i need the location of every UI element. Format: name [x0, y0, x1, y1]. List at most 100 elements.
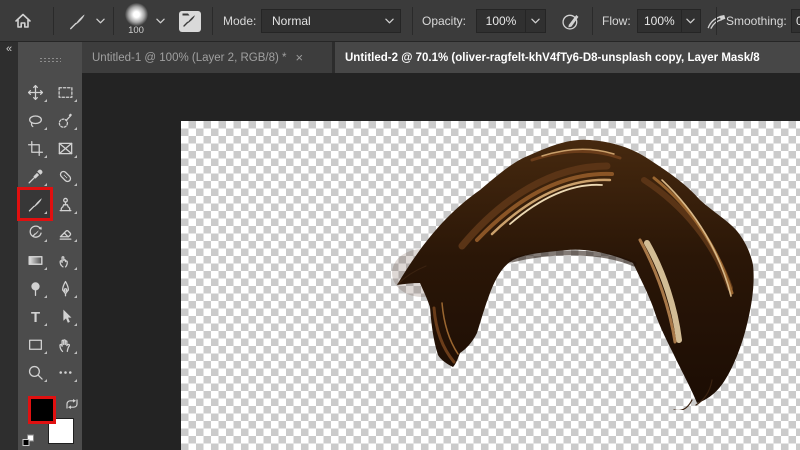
- separator: [412, 7, 413, 35]
- left-rail: [0, 42, 18, 450]
- options-bar: 100 Mode: Normal: [0, 0, 800, 42]
- mode-label: Mode:: [223, 14, 256, 28]
- default-colors-icon[interactable]: [22, 434, 35, 447]
- foreground-color-swatch[interactable]: [28, 396, 56, 424]
- home-icon: [13, 11, 33, 31]
- toolbar: T: [18, 42, 82, 450]
- swap-colors-icon[interactable]: [64, 397, 80, 411]
- flow-group: Flow:: [602, 0, 631, 42]
- pressure-opacity-icon: [560, 10, 582, 32]
- path-select-tool[interactable]: [50, 302, 80, 330]
- brush-tool[interactable]: [20, 190, 50, 218]
- opacity-group: Opacity:: [422, 0, 466, 42]
- healing-brush-icon: [57, 168, 74, 185]
- collapse-toolbar-button[interactable]: «: [6, 44, 12, 55]
- flow-value: 100%: [638, 14, 681, 28]
- brush-preset-chevron[interactable]: [153, 0, 167, 42]
- tab-untitled-2[interactable]: Untitled-2 @ 70.1% (oliver-ragfelt-khV4f…: [335, 42, 800, 73]
- canvas-area: [82, 73, 800, 450]
- brush-preset-picker[interactable]: 100: [122, 0, 150, 42]
- rectangle-icon: [27, 336, 44, 353]
- opacity-chevron[interactable]: [525, 10, 545, 32]
- dodge-tool[interactable]: [20, 274, 50, 302]
- separator: [716, 7, 717, 35]
- frame-icon: [57, 140, 74, 157]
- flow-field[interactable]: 100%: [637, 9, 701, 33]
- opacity-value: 100%: [477, 14, 525, 28]
- edit-toolbar-button[interactable]: [50, 358, 80, 386]
- crop-tool[interactable]: [20, 134, 50, 162]
- smudge-icon: [57, 252, 74, 269]
- svg-text:T: T: [30, 309, 39, 324]
- clone-stamp-icon: [57, 196, 74, 213]
- dodge-icon: [27, 280, 44, 297]
- frame-tool[interactable]: [50, 134, 80, 162]
- move-icon: [27, 84, 44, 101]
- zoom-icon: [27, 364, 44, 381]
- brush-preview: [125, 3, 148, 26]
- toolbar-grip[interactable]: [39, 57, 61, 63]
- opacity-pressure-button[interactable]: [557, 0, 585, 42]
- crop-icon: [27, 140, 44, 157]
- chevron-down-icon: [156, 18, 165, 24]
- clone-stamp-tool[interactable]: [50, 190, 80, 218]
- chevron-down-icon: [385, 18, 394, 24]
- brush-icon: [27, 196, 44, 213]
- pen-tool[interactable]: [50, 274, 80, 302]
- mode-dropdown[interactable]: Normal: [261, 9, 401, 33]
- toggle-brush-panel-icon: [179, 11, 201, 32]
- marquee-tool[interactable]: [50, 78, 80, 106]
- quick-select-tool[interactable]: [50, 106, 80, 134]
- flow-chevron[interactable]: [681, 10, 700, 32]
- separator: [592, 7, 593, 35]
- tab-untitled-1[interactable]: Untitled-1 @ 100% (Layer 2, RGB/8) * ×: [82, 42, 332, 73]
- smoothing-field[interactable]: 0%: [791, 9, 800, 33]
- hand-tool[interactable]: [50, 330, 80, 358]
- close-icon[interactable]: ×: [295, 51, 303, 64]
- history-brush-tool[interactable]: [20, 218, 50, 246]
- tab-title: Untitled-1 @ 100% (Layer 2, RGB/8) *: [92, 52, 286, 64]
- marquee-icon: [57, 84, 74, 101]
- chevron-down-icon: [686, 18, 695, 24]
- smoothing-value: 0%: [792, 14, 800, 28]
- healing-brush-tool[interactable]: [50, 162, 80, 190]
- mode-group: Mode:: [223, 0, 256, 42]
- zoom-tool[interactable]: [20, 358, 50, 386]
- toggle-brush-panel-button[interactable]: [179, 0, 201, 42]
- smudge-tool[interactable]: [50, 246, 80, 274]
- eyedropper-tool[interactable]: [20, 162, 50, 190]
- lasso-icon: [27, 112, 44, 129]
- hand-icon: [57, 336, 74, 353]
- flow-label: Flow:: [602, 14, 631, 28]
- path-select-icon: [57, 308, 74, 325]
- separator: [212, 7, 213, 35]
- type-icon: T: [27, 308, 44, 325]
- smoothing-label: Smoothing:: [726, 14, 787, 28]
- eraser-tool[interactable]: [50, 218, 80, 246]
- brush-tool-icon: [68, 12, 87, 31]
- type-tool[interactable]: T: [20, 302, 50, 330]
- separator: [53, 7, 54, 35]
- quick-select-icon: [57, 112, 74, 129]
- smoothing-group: Smoothing:: [726, 0, 787, 42]
- gradient-icon: [27, 252, 44, 269]
- color-swatches: [26, 396, 84, 450]
- tools-grid: T: [18, 78, 82, 386]
- mode-value: Normal: [272, 14, 311, 28]
- brush-size-value: 100: [128, 26, 144, 36]
- history-brush-icon: [27, 224, 44, 241]
- tool-preset-button[interactable]: [64, 0, 90, 42]
- hair-image: [392, 128, 764, 410]
- home-button[interactable]: [10, 0, 36, 42]
- gradient-tool[interactable]: [20, 246, 50, 274]
- tool-preset-chevron[interactable]: [93, 0, 107, 42]
- opacity-field[interactable]: 100%: [476, 9, 546, 33]
- lasso-tool[interactable]: [20, 106, 50, 134]
- opacity-label: Opacity:: [422, 14, 466, 28]
- chevron-down-icon: [96, 18, 105, 24]
- chevron-down-icon: [531, 18, 540, 24]
- rectangle-tool[interactable]: [20, 330, 50, 358]
- move-tool[interactable]: [20, 78, 50, 106]
- eraser-icon: [57, 224, 74, 241]
- ellipsis-icon: [57, 364, 74, 381]
